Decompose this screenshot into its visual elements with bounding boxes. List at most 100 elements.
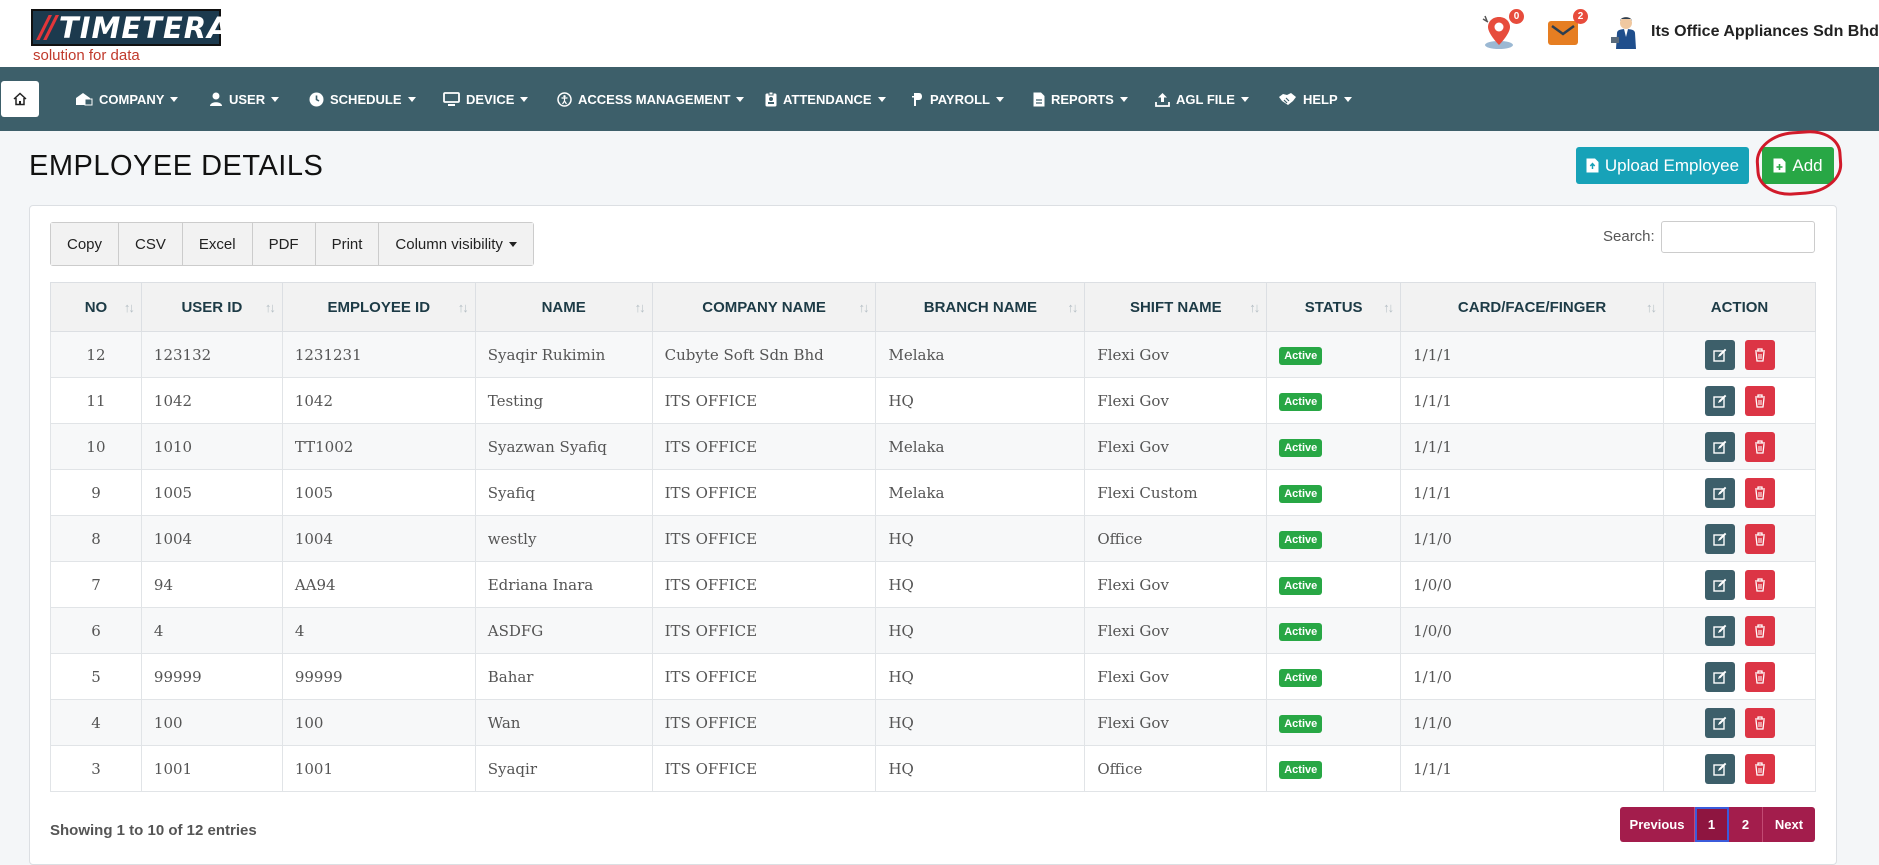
chevron-down-icon	[1240, 96, 1249, 102]
edit-button[interactable]	[1704, 339, 1735, 370]
nav-attendance[interactable]: ATTENDANCE	[765, 67, 886, 131]
copy-button[interactable]: Copy	[51, 223, 120, 265]
table-row: 3 1001 1001 Syaqir ITS OFFICE HQ Office Active 1…	[50, 745, 1816, 792]
delete-button[interactable]	[1744, 477, 1775, 508]
edit-button[interactable]	[1704, 569, 1735, 600]
handshake-icon	[1279, 93, 1296, 105]
excel-button[interactable]: Excel	[182, 223, 253, 265]
delete-button[interactable]	[1744, 569, 1775, 600]
cell-user-id: 1004	[140, 515, 283, 562]
chevron-down-icon	[995, 96, 1004, 102]
location-button[interactable]: 0	[1480, 9, 1524, 51]
avatar[interactable]	[1607, 13, 1645, 51]
cell-company: ITS OFFICE	[651, 561, 877, 608]
mail-button[interactable]: 2	[1544, 9, 1588, 51]
column-header-shift-name[interactable]: SHIFT NAME ↑↓	[1084, 282, 1268, 332]
cell-user-id: 1042	[140, 377, 283, 424]
cell-employee-id: 1004	[281, 515, 476, 562]
cell-employee-id: 100	[281, 699, 476, 746]
cell-name: Testing	[474, 377, 653, 424]
delete-button[interactable]	[1744, 431, 1775, 462]
employee-table: NO ↑↓ USER ID ↑↓ EMPLOYEE ID ↑↓ NAME ↑↓ COMP…	[50, 282, 1816, 792]
edit-icon	[1712, 670, 1726, 684]
csv-button[interactable]: CSV	[119, 223, 183, 265]
cell-shift: Office	[1084, 515, 1268, 562]
pagination: Previous 1 2 Next	[1620, 807, 1815, 842]
file-icon	[1033, 92, 1045, 106]
column-header-company-name[interactable]: COMPANY NAME ↑↓	[651, 282, 877, 332]
edit-button[interactable]	[1704, 753, 1735, 784]
trash-icon	[1754, 577, 1765, 592]
edit-button[interactable]	[1704, 431, 1735, 462]
nav-access-management[interactable]: ACCESS MANAGEMENT	[557, 67, 745, 131]
delete-button[interactable]	[1744, 661, 1775, 692]
nav-payroll[interactable]: PAYROLL	[912, 67, 1004, 131]
column-visibility-button[interactable]: Column visibility	[379, 223, 533, 265]
pdf-button[interactable]: PDF	[252, 223, 316, 265]
entries-info: Showing 1 to 10 of 12 entries	[50, 822, 257, 839]
column-header-card-face-finger[interactable]: CARD/FACE/FINGER ↑↓	[1400, 282, 1665, 332]
cell-branch: HQ	[875, 377, 1086, 424]
delete-button[interactable]	[1744, 753, 1775, 784]
nav-reports[interactable]: REPORTS	[1033, 67, 1128, 131]
page-1-button[interactable]: 1	[1695, 807, 1729, 842]
nav-help[interactable]: HELP	[1278, 67, 1352, 131]
column-header-no[interactable]: NO ↑↓	[50, 282, 142, 332]
delete-button[interactable]	[1744, 707, 1775, 738]
home-icon	[13, 92, 27, 106]
nav-company[interactable]: COMPANY	[75, 67, 179, 131]
cell-name: ASDFG	[474, 607, 653, 654]
delete-button[interactable]	[1744, 339, 1775, 370]
next-page-button[interactable]: Next	[1763, 807, 1815, 842]
nav-schedule-label: SCHEDULE	[330, 91, 402, 107]
cell-name: Syafiq	[474, 469, 653, 516]
print-button[interactable]: Print	[315, 223, 380, 265]
edit-button[interactable]	[1704, 477, 1735, 508]
column-header-name[interactable]: NAME ↑↓	[474, 282, 653, 332]
nav-user[interactable]: USER	[209, 67, 280, 131]
table-header-row: NO ↑↓ USER ID ↑↓ EMPLOYEE ID ↑↓ NAME ↑↓ COMP…	[50, 282, 1816, 332]
cell-branch: Melaka	[875, 331, 1086, 378]
nav-schedule[interactable]: SCHEDULE	[309, 67, 416, 131]
logo-tagline: solution for data	[33, 47, 140, 64]
logo-text: TIMETERA	[58, 10, 231, 45]
cell-branch: HQ	[875, 561, 1086, 608]
sort-icon: ↑↓	[264, 300, 276, 315]
column-header-status[interactable]: STATUS ↑↓	[1266, 282, 1402, 332]
company-name[interactable]: Its Office Appliances Sdn Bhd	[1651, 23, 1879, 41]
nav-device[interactable]: DEVICE	[443, 67, 529, 131]
home-button[interactable]	[1, 81, 39, 117]
page-2-button[interactable]: 2	[1729, 807, 1763, 842]
edit-icon	[1712, 486, 1726, 500]
column-header-branch-name[interactable]: BRANCH NAME ↑↓	[875, 282, 1086, 332]
logo[interactable]: // TIMETERA solution for data	[31, 9, 230, 64]
cell-action	[1663, 423, 1816, 470]
delete-button[interactable]	[1744, 615, 1775, 646]
upload-employee-button[interactable]: Upload Employee	[1576, 147, 1749, 184]
chevron-down-icon	[736, 96, 745, 102]
file-upload-icon	[1586, 158, 1599, 173]
table-row: 9 1005 1005 Syafiq ITS OFFICE Melaka Flexi Cus…	[50, 469, 1816, 516]
column-header-employee-id[interactable]: EMPLOYEE ID ↑↓	[281, 282, 476, 332]
nav-help-label: HELP	[1303, 91, 1338, 107]
edit-button[interactable]	[1704, 615, 1735, 646]
cell-employee-id: 1005	[281, 469, 476, 516]
delete-button[interactable]	[1744, 385, 1775, 416]
cell-company: ITS OFFICE	[651, 745, 877, 792]
sort-icon: ↑↓	[1383, 300, 1394, 315]
trash-icon	[1754, 531, 1765, 546]
edit-icon	[1712, 624, 1726, 638]
search-input[interactable]	[1661, 221, 1815, 253]
cell-cff: 1/1/0	[1400, 653, 1665, 700]
edit-button[interactable]	[1704, 661, 1735, 692]
edit-button[interactable]	[1704, 385, 1735, 416]
edit-button[interactable]	[1704, 707, 1735, 738]
delete-button[interactable]	[1744, 523, 1775, 554]
cell-shift: Flexi Gov	[1084, 607, 1268, 654]
column-header-user-id[interactable]: USER ID ↑↓	[140, 282, 283, 332]
edit-button[interactable]	[1704, 523, 1735, 554]
previous-page-button[interactable]: Previous	[1620, 807, 1695, 842]
chevron-down-icon	[1119, 96, 1128, 102]
nav-agl-file[interactable]: AGL FILE	[1155, 67, 1249, 131]
cell-employee-id: 1231231	[281, 331, 476, 378]
